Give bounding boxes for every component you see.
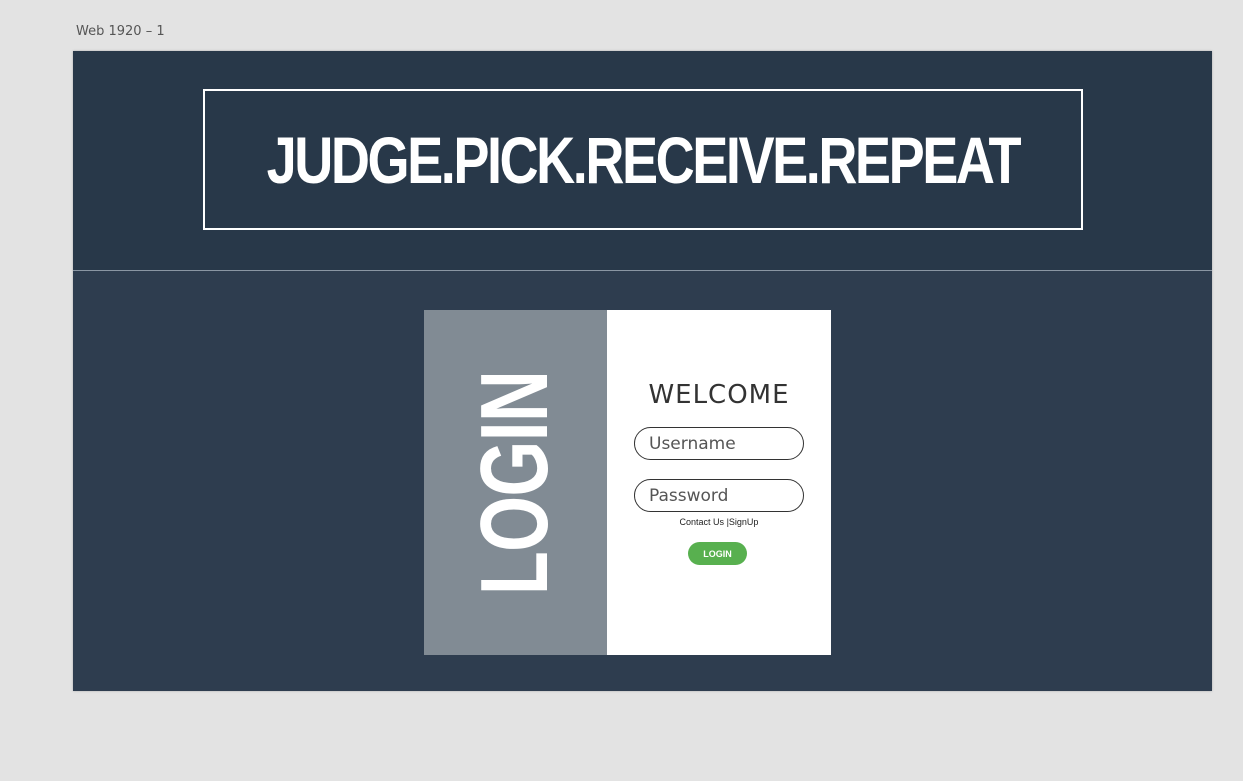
contact-us-link[interactable]: Contact Us [680, 517, 725, 527]
artboard: JUDGE.PICK.RECEIVE.REPEAT LOGIN WELCOME … [73, 51, 1212, 691]
login-form-panel: WELCOME Contact Us |SignUp LOGIN [607, 310, 831, 655]
header-band: JUDGE.PICK.RECEIVE.REPEAT [73, 51, 1212, 271]
login-side-label: LOGIN [461, 370, 568, 596]
artboard-label: Web 1920 – 1 [76, 24, 165, 39]
login-side-panel: LOGIN [424, 310, 607, 655]
footer-links: Contact Us |SignUp [607, 517, 831, 527]
username-input[interactable] [634, 427, 804, 460]
welcome-heading: WELCOME [648, 380, 790, 410]
password-input[interactable] [634, 479, 804, 512]
signup-link[interactable]: SignUp [729, 517, 759, 527]
banner-title: JUDGE.PICK.RECEIVE.REPEAT [266, 122, 1022, 197]
login-button[interactable]: LOGIN [688, 542, 747, 565]
banner-box: JUDGE.PICK.RECEIVE.REPEAT [203, 89, 1083, 230]
login-card: LOGIN WELCOME Contact Us |SignUp LOGIN [424, 310, 831, 655]
